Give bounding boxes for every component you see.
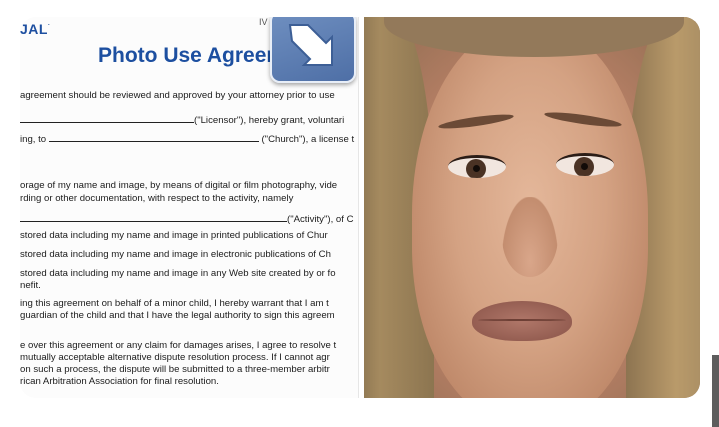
document-line: rican Arbitration Association for final … — [20, 376, 219, 387]
media-grid: JAL. IV Photo Use Agreement agreement sh… — [20, 17, 700, 398]
arrow-down-right-icon — [270, 17, 356, 83]
document-line: guardian of the child and that I have th… — [20, 310, 335, 321]
document-line: stored data including my name and image … — [20, 249, 331, 260]
portrait-lips — [472, 301, 572, 341]
document-line: agreement should be reviewed and approve… — [20, 90, 335, 101]
portrait-photo[interactable] — [364, 17, 700, 398]
document-line: nefit. — [20, 280, 41, 291]
portrait-eye — [448, 155, 506, 178]
document-line: mutually acceptable alternative dispute … — [20, 352, 330, 363]
document-line: stored data including my name and image … — [20, 230, 328, 241]
document-logo: JAL. — [20, 21, 51, 37]
document-image[interactable]: JAL. IV Photo Use Agreement agreement sh… — [20, 17, 359, 398]
document-line: ing, to ("Church"), a license t — [20, 134, 355, 145]
document-line: ("Activity"), of C — [20, 213, 354, 226]
portrait-hair — [384, 17, 684, 57]
document-line: e over this agreement or any claim for d… — [20, 340, 337, 351]
document-line: ing this agreement on behalf of a minor … — [20, 298, 329, 309]
portrait-eye — [556, 153, 614, 176]
document-corner-text: IV — [259, 17, 268, 27]
scrollbar[interactable] — [712, 355, 719, 427]
document-line: on such a process, the dispute will be s… — [20, 364, 330, 375]
portrait-nose — [502, 197, 558, 277]
document-line: rding or other documentation, with respe… — [20, 193, 294, 204]
document-line: stored data including my name and image … — [20, 268, 336, 279]
document-line: ("Licensor"), hereby grant, voluntari — [20, 114, 344, 127]
document-line: orage of my name and image, by means of … — [20, 180, 338, 191]
